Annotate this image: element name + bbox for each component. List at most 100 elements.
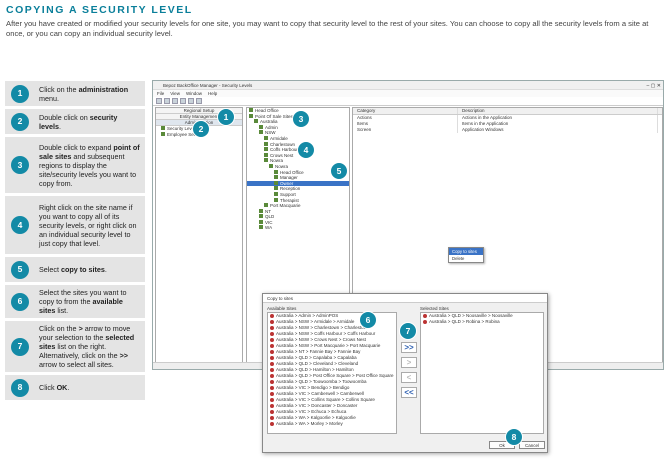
toolbar-icon[interactable] [188,98,194,104]
remove-all-button[interactable]: << [401,387,417,398]
callout-4: 4 [297,141,315,159]
site-icon [270,398,274,402]
step-item: 2 Double click on security levels. [5,109,145,134]
site-icon [270,404,274,408]
folder-icon [249,108,253,112]
menu-item-copy-to-sites[interactable]: Copy to sites [449,248,483,255]
add-all-button[interactable]: >> [401,342,417,353]
site-icon [270,392,274,396]
folder-icon [259,124,263,129]
cancel-button[interactable]: Cancel [519,441,545,449]
dialog-title: Copy to sites [263,294,547,303]
menu-item[interactable]: File [157,91,164,96]
folder-icon [274,169,278,174]
menu-item[interactable]: Window [186,91,202,96]
step-text: Select the sites you want to copy to fro… [39,288,127,315]
step-item: 8 Click OK. [5,375,145,400]
folder-icon [274,186,278,191]
step-text: Double click to expand point of sale sit… [39,142,140,188]
folder-icon [269,163,273,168]
site-icon [270,362,274,366]
copy-to-sites-dialog: Copy to sites Available Sites Selected S… [262,293,548,453]
site-icon [270,374,274,378]
column-header-category[interactable]: Category [353,108,458,114]
folder-icon [254,119,258,124]
site-icon [423,320,427,324]
site-icon [270,380,274,384]
site-icon [270,416,274,420]
folder-icon [264,203,268,208]
menu-bar: File View Window Help [153,90,663,97]
callout-5: 5 [330,162,348,180]
list-item[interactable]: Australia > QLD > Robina > Robina [421,319,543,325]
callout-1: 1 [217,108,235,126]
table-row[interactable]: Screen Application Windows [353,127,662,133]
step-item: 4 Right click on the site name if you wan… [5,196,145,254]
list-item[interactable]: Australia > WA > Morley > Morley [268,421,396,427]
folder-icon [259,219,263,224]
callout-3: 3 [292,110,310,128]
table-cell: Screen [353,127,458,133]
site-icon [270,422,274,426]
callout-7: 7 [399,322,417,340]
window-titlebar: Bepoz BackOffice Manager - Security Leve… [153,81,663,90]
navigation-pane: Regional Setup Entity Management Adminis… [155,107,243,367]
step-number: 5 [11,260,29,279]
toolbar [153,97,663,106]
site-icon [270,410,274,414]
step-item: 3 Double click to expand point of sale si… [5,137,145,193]
step-number: 8 [11,378,29,397]
folder-icon [259,130,263,135]
folder-icon [264,158,268,163]
step-item: 1 Click on the administration menu. [5,81,145,106]
folder-icon [264,147,268,152]
folder-icon [259,208,263,213]
toolbar-icon[interactable] [172,98,178,104]
shield-icon [161,132,165,136]
step-number: 3 [11,156,29,174]
available-sites-list[interactable]: Australia > Admin > AdminPOS Australia > … [267,312,397,434]
callout-8: 8 [505,428,523,446]
folder-icon [259,225,263,230]
step-text: Select copy to sites. [39,265,107,274]
selected-sites-label: Selected Sites [420,306,449,311]
site-icon [270,386,274,390]
add-button[interactable]: > [401,357,417,368]
toolbar-icon[interactable] [164,98,170,104]
folder-icon [264,135,268,140]
step-text: Right click on the site name if you want… [39,202,137,248]
steps-list: 1 Click on the administration menu. 2 Doubl… [5,81,145,403]
step-number: 6 [11,292,29,311]
site-icon [270,344,274,348]
step-text: Click OK. [39,383,70,392]
folder-icon [274,197,278,202]
site-icon [270,350,274,354]
tree-node[interactable]: WA [247,225,349,231]
remove-button[interactable]: < [401,372,417,383]
selected-sites-list[interactable]: Australia > QLD > Noosaville > Noosavill… [420,312,544,434]
site-icon [270,368,274,372]
column-header-description[interactable]: Description [458,108,658,114]
grid-header: Category Description [353,108,662,115]
menu-item[interactable]: Help [208,91,217,96]
folder-icon [259,214,263,219]
folder-icon [249,113,253,118]
step-number: 4 [11,216,29,234]
step-text: Click on the administration menu. [39,84,129,103]
menu-item-delete[interactable]: Delete [449,255,483,262]
grid-body: Actions Actions in the Application Items It… [353,115,662,133]
step-item: 7 Click on the > arrow to move your selec… [5,321,145,372]
menu-item[interactable]: View [170,91,180,96]
intro-text: After you have created or modified your … [6,19,649,38]
callout-2: 2 [192,120,210,138]
folder-icon [274,175,278,180]
toolbar-icon[interactable] [180,98,186,104]
window-controls[interactable]: – ▢ ✕ [647,82,661,91]
table-cell: Application Windows [458,127,658,133]
toolbar-icon[interactable] [196,98,202,104]
window-title: Bepoz BackOffice Manager - Security Leve… [163,83,253,88]
site-icon [423,314,427,318]
folder-icon [274,180,278,185]
toolbar-icon[interactable] [156,98,162,104]
folder-icon [264,141,268,146]
